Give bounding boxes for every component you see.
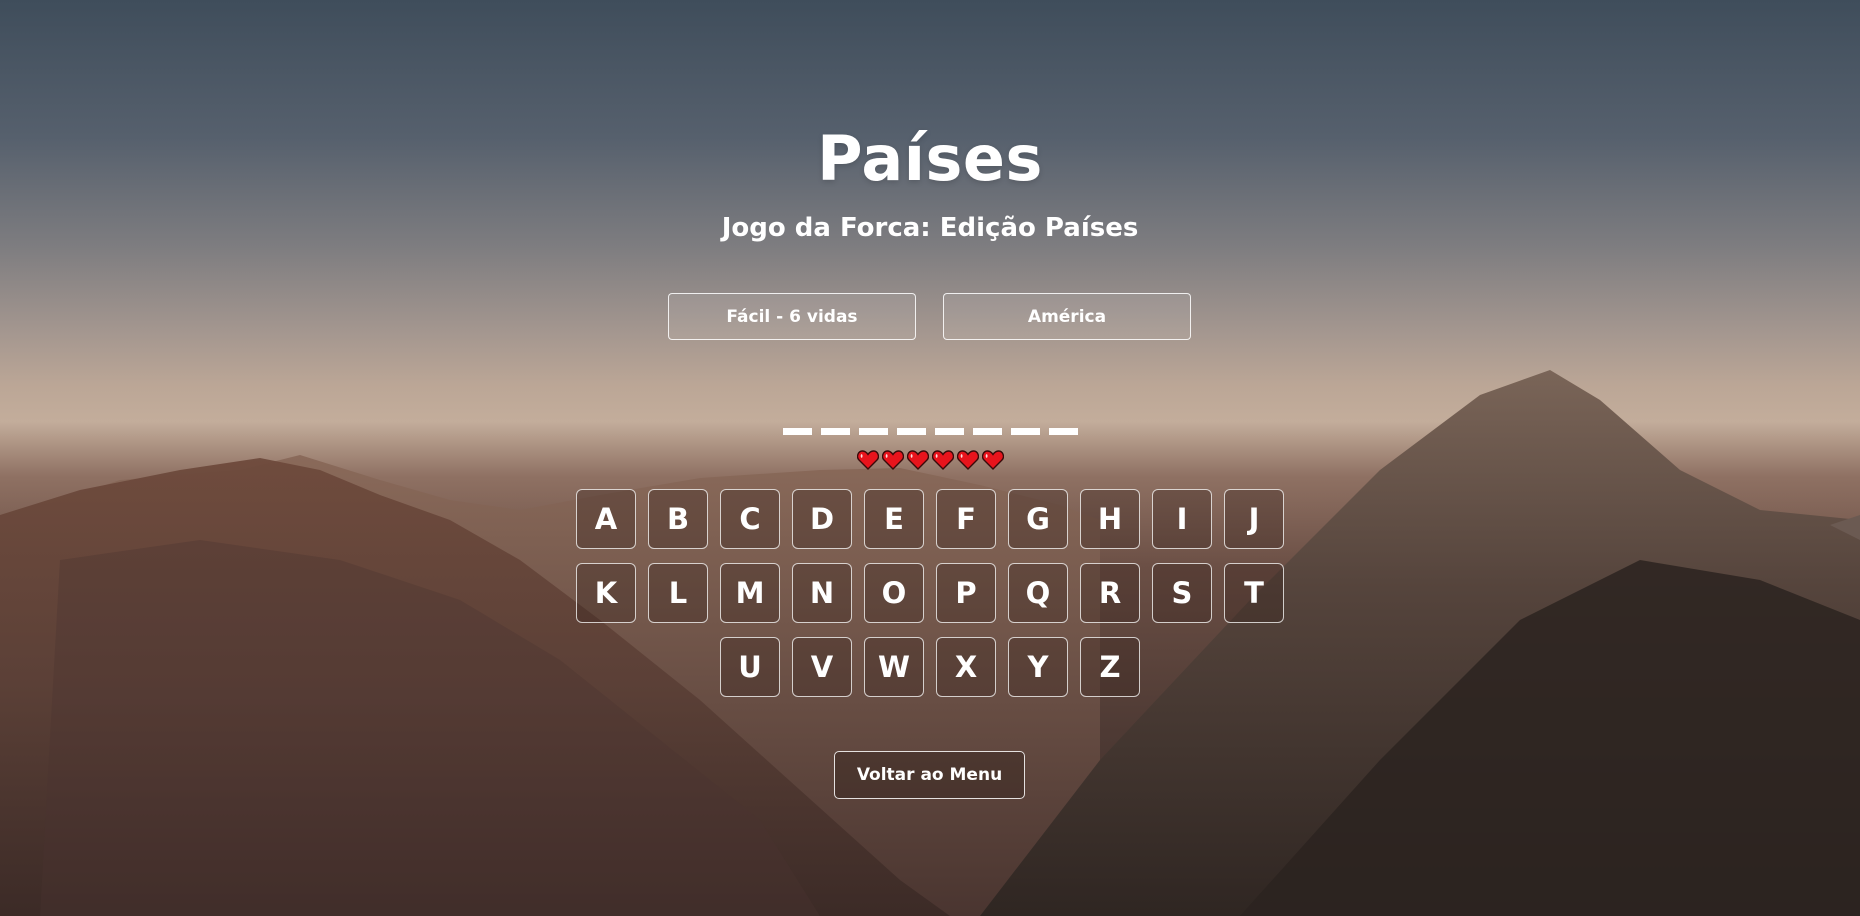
game-screen: Países Jogo da Forca: Edição Países Fáci… [0,0,1860,916]
key-b[interactable]: B [648,489,708,549]
key-g[interactable]: G [1008,489,1068,549]
key-f[interactable]: F [936,489,996,549]
key-e[interactable]: E [864,489,924,549]
heart-icon [956,450,979,470]
letter-slot [858,428,888,435]
key-h[interactable]: H [1080,489,1140,549]
letter-slot [934,428,964,435]
key-n[interactable]: N [792,563,852,623]
key-t[interactable]: T [1224,563,1284,623]
letter-slot [782,428,812,435]
key-y[interactable]: Y [1008,637,1068,697]
keyboard-row: KLMNOPQRST [576,563,1284,623]
key-s[interactable]: S [1152,563,1212,623]
back-to-menu-button[interactable]: Voltar ao Menu [834,751,1025,799]
letter-slot [896,428,926,435]
key-z[interactable]: Z [1080,637,1140,697]
key-r[interactable]: R [1080,563,1140,623]
letter-slot [972,428,1002,435]
keyboard-row: ABCDEFGHIJ [576,489,1284,549]
heart-icon [856,450,879,470]
heart-icon [981,450,1004,470]
key-k[interactable]: K [576,563,636,623]
region-selector[interactable]: América [943,293,1191,340]
key-i[interactable]: I [1152,489,1212,549]
letter-slot [1048,428,1078,435]
key-v[interactable]: V [792,637,852,697]
heart-icon [931,450,954,470]
difficulty-selector[interactable]: Fácil - 6 vidas [668,293,916,340]
key-x[interactable]: X [936,637,996,697]
key-o[interactable]: O [864,563,924,623]
key-q[interactable]: Q [1008,563,1068,623]
letter-slot [820,428,850,435]
key-l[interactable]: L [648,563,708,623]
key-j[interactable]: J [1224,489,1284,549]
keyboard-row: UVWXYZ [720,637,1140,697]
key-d[interactable]: D [792,489,852,549]
page-title: Países [817,122,1043,195]
key-c[interactable]: C [720,489,780,549]
key-p[interactable]: P [936,563,996,623]
heart-icon [906,450,929,470]
key-u[interactable]: U [720,637,780,697]
lives-indicator [0,450,1860,470]
key-m[interactable]: M [720,563,780,623]
page-subtitle: Jogo da Forca: Edição Países [721,213,1139,243]
key-w[interactable]: W [864,637,924,697]
key-a[interactable]: A [576,489,636,549]
hidden-word [0,428,1860,435]
letter-slot [1010,428,1040,435]
letter-keyboard: ABCDEFGHIJ KLMNOPQRST UVWXYZ [0,489,1860,697]
heart-icon [881,450,904,470]
